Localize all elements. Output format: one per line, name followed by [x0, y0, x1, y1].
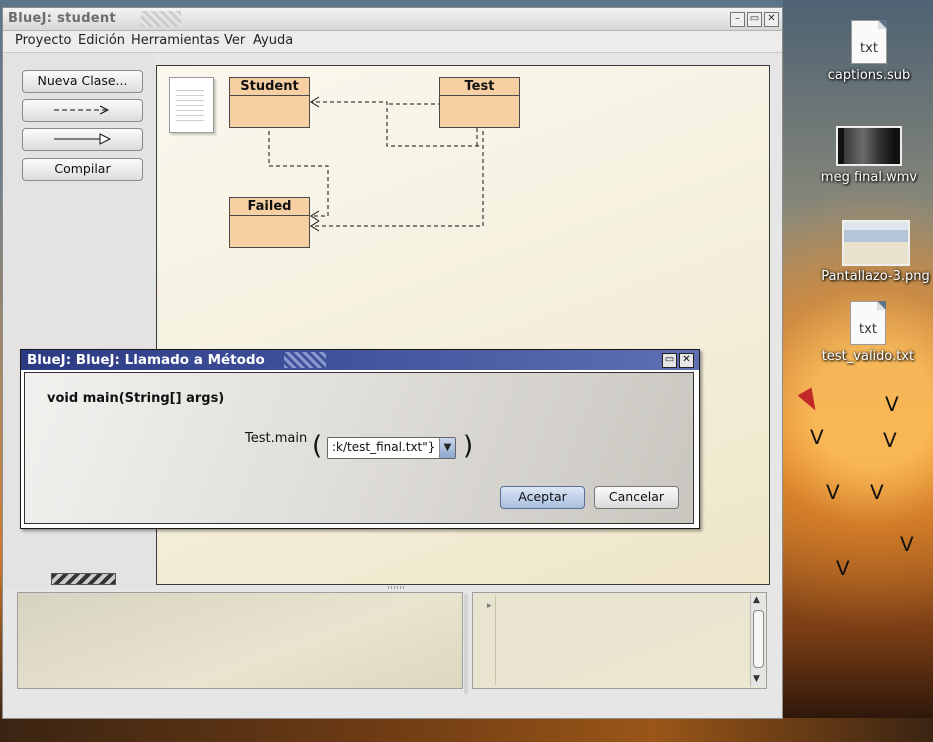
desktop-icon-screenshot[interactable]: Pantallazo-3.png: [818, 220, 933, 284]
new-class-button[interactable]: Nueva Clase...: [22, 70, 143, 93]
class-name: Test: [440, 78, 519, 96]
codepad-cursor-icon: ▸: [487, 601, 492, 611]
bird-decoration: ᐯ: [900, 532, 914, 556]
desktop-background: [783, 0, 933, 742]
argument-combo-box[interactable]: :k/test_final.txt"} ▼: [327, 437, 456, 459]
window-title: BlueJ: student: [8, 11, 116, 26]
class-failed[interactable]: Failed: [229, 197, 310, 248]
desktop-icon-label: meg final.wmv: [820, 170, 918, 185]
file-type-glyph: txt: [859, 322, 877, 337]
desktop-icon-video[interactable]: meg final.wmv: [817, 126, 921, 185]
inheritance-arrow-button[interactable]: [22, 128, 143, 151]
bird-decoration: ᐯ: [826, 480, 840, 504]
bottom-area: ▸ ▲ ▼: [15, 592, 767, 692]
bird-decoration: ᐯ: [810, 425, 824, 449]
cancel-button[interactable]: Cancelar: [594, 486, 679, 509]
menu-proyecto[interactable]: Proyecto: [15, 33, 72, 48]
bird-decoration: ᐯ: [870, 480, 884, 504]
desktop-icon-test-valido[interactable]: txt test_valido.txt: [816, 301, 920, 364]
dependency-arrow-button[interactable]: [22, 99, 143, 122]
menu-herramientas[interactable]: Herramientas: [131, 33, 220, 48]
video-thumbnail-icon: [836, 126, 902, 166]
class-test[interactable]: Test: [439, 77, 520, 128]
dialog-body: void main(String[] args) Test.main ( :k/…: [24, 372, 694, 524]
class-name: Failed: [230, 198, 309, 216]
pane-divider[interactable]: [464, 594, 468, 694]
bird-decoration: ᐯ: [836, 556, 850, 580]
title-bar[interactable]: BlueJ: student – ▭ ✕: [3, 8, 782, 31]
class-student[interactable]: Student: [229, 77, 310, 128]
codepad-gutter: [495, 595, 496, 685]
desktop-icon-label: Pantallazo-3.png: [821, 269, 930, 284]
menu-ver[interactable]: Ver: [224, 33, 245, 48]
code-pad[interactable]: ▸ ▲ ▼: [472, 592, 767, 689]
accept-button[interactable]: Aceptar: [500, 486, 585, 509]
inheritance-arrow-icon: [53, 133, 111, 145]
activity-indicator: [51, 573, 116, 585]
bird-decoration: ᐯ: [885, 392, 899, 416]
title-grip-decoration: [141, 11, 181, 27]
dialog-maximize-button[interactable]: ▭: [662, 353, 677, 368]
class-name: Student: [230, 78, 309, 96]
dialog-title-bar[interactable]: BlueJ: BlueJ: Llamado a Método ▭ ✕: [21, 350, 699, 370]
bird-decoration: ᐯ: [883, 428, 897, 452]
scroll-thumb[interactable]: [753, 610, 764, 668]
chevron-down-icon[interactable]: ▼: [439, 438, 455, 458]
compile-button[interactable]: Compilar: [22, 158, 143, 181]
menu-bar: Proyecto Edición Herramientas Ver Ayuda: [3, 31, 782, 53]
image-thumbnail-icon: [841, 220, 910, 266]
dialog-close-button[interactable]: ✕: [679, 353, 694, 368]
desktop-icon-label: captions.sub: [827, 68, 911, 83]
minimize-button[interactable]: –: [730, 12, 745, 27]
close-paren: ): [463, 431, 474, 461]
dialog-title: BlueJ: BlueJ: Llamado a Método: [27, 352, 265, 368]
maximize-button[interactable]: ▭: [747, 12, 762, 27]
method-signature: void main(String[] args): [47, 391, 225, 406]
desktop-icon-label: test_valido.txt: [821, 349, 915, 364]
method-call-dialog: BlueJ: BlueJ: Llamado a Método ▭ ✕ void …: [20, 349, 700, 529]
scroll-down-icon[interactable]: ▼: [753, 674, 760, 684]
menu-ayuda[interactable]: Ayuda: [253, 33, 293, 48]
text-file-icon: txt: [850, 301, 886, 345]
object-bench[interactable]: [17, 592, 463, 689]
menu-edicion[interactable]: Edición: [78, 33, 125, 48]
codepad-scrollbar[interactable]: ▲ ▼: [750, 594, 765, 687]
dialog-title-decoration: [284, 352, 326, 368]
scroll-up-icon[interactable]: ▲: [753, 595, 760, 605]
dependency-arrow-icon: [53, 105, 109, 115]
close-button[interactable]: ✕: [764, 12, 779, 27]
method-call-label: Test.main: [245, 431, 308, 446]
argument-input[interactable]: :k/test_final.txt"}: [332, 440, 435, 454]
open-paren: (: [312, 431, 323, 461]
desktop-bottom-strip: [0, 718, 933, 742]
splitter-grip[interactable]: [388, 586, 406, 589]
text-file-icon: txt: [851, 20, 887, 64]
desktop-icon-captions[interactable]: txt captions.sub: [822, 20, 916, 83]
file-type-glyph: txt: [860, 41, 878, 56]
